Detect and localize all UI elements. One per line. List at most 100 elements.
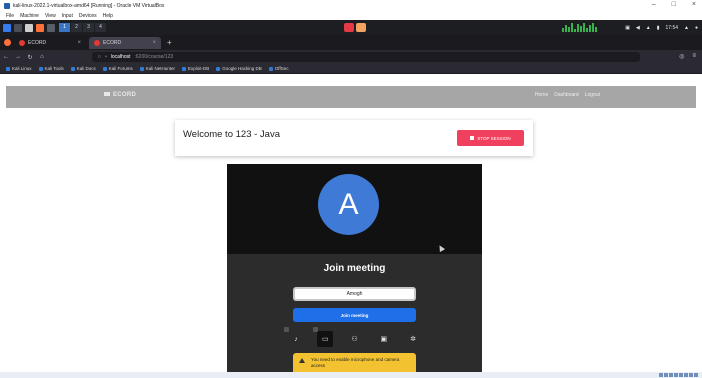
- display-name-input[interactable]: [293, 287, 416, 301]
- app-brand[interactable]: ECORD: [104, 92, 136, 98]
- mouse-integration-icon[interactable]: [689, 373, 693, 377]
- tab-favicon-icon: [94, 39, 100, 46]
- host-key-icon[interactable]: [694, 373, 698, 377]
- background-icon[interactable]: ▣: [376, 331, 392, 347]
- bookmark-item[interactable]: Kali NetHunter: [140, 66, 175, 71]
- reload-icon[interactable]: ↻: [24, 54, 36, 61]
- terminal-icon[interactable]: [14, 23, 22, 32]
- menu-devices[interactable]: Devices: [79, 13, 97, 19]
- extensions-icon[interactable]: ◎: [679, 53, 684, 60]
- cd-icon[interactable]: [664, 373, 668, 377]
- workspace-2[interactable]: 2: [71, 23, 82, 32]
- page-icon: ▫: [104, 54, 107, 60]
- menu-icon[interactable]: ≡: [692, 53, 696, 60]
- close-button[interactable]: ×: [692, 1, 696, 8]
- lock-icon[interactable]: ▲: [684, 25, 689, 31]
- clock[interactable]: 17:54: [666, 25, 679, 31]
- minimize-button[interactable]: –: [652, 1, 656, 8]
- vbox-statusbar: [0, 372, 702, 378]
- invite-icon[interactable]: ⚇: [347, 331, 363, 347]
- browser-tabstrip: ECORD × ECORD × +: [0, 35, 702, 50]
- network-icon[interactable]: [674, 373, 678, 377]
- bookmark-item[interactable]: Kali Linux: [6, 66, 32, 71]
- welcome-card: Welcome to 123 - Java STOP SESSION: [175, 120, 533, 156]
- join-meeting-button[interactable]: Join meeting: [293, 308, 416, 322]
- page-title: Welcome to 123 - Java: [183, 129, 280, 140]
- url-host: localhost: [110, 54, 131, 60]
- system-tray: ▣ ◀ ▲ ▮ 17:54 ▲ ●: [625, 22, 698, 33]
- app-icon[interactable]: [47, 23, 55, 32]
- workspace-3[interactable]: 3: [83, 23, 94, 32]
- menu-view[interactable]: View: [45, 13, 56, 19]
- shield-icon[interactable]: ◌: [98, 54, 101, 60]
- bookmark-item[interactable]: Google Hacking DB: [216, 66, 262, 71]
- menu-input[interactable]: Input: [62, 13, 73, 19]
- menu-machine[interactable]: Machine: [20, 13, 39, 19]
- stop-session-button[interactable]: STOP SESSION: [457, 130, 524, 146]
- kali-top-panel: 1 2 3 4 ▣ ◀ ▲ ▮ 17:54 ▲ ●: [0, 20, 702, 35]
- stop-icon: [470, 136, 475, 140]
- maximize-button[interactable]: □: [672, 1, 676, 8]
- forward-icon[interactable]: →: [12, 54, 24, 60]
- bookmark-item[interactable]: Kali Docs: [71, 66, 96, 71]
- record-icon[interactable]: [684, 373, 688, 377]
- usb-icon[interactable]: [669, 373, 673, 377]
- app-nav-links: Home Dashboard Logout: [535, 92, 600, 98]
- notification-icon[interactable]: ▲: [646, 25, 651, 31]
- tab-close-icon[interactable]: ×: [77, 40, 81, 46]
- web-page: ECORD Home Dashboard Logout Welcome to 1…: [6, 80, 696, 378]
- browser-navbar: ← → ↻ ⌂ ◌ ▫ localhost:6200/course/123 ◎ …: [0, 50, 702, 64]
- menu-help[interactable]: Help: [103, 13, 113, 19]
- bookmark-item[interactable]: Kali Forums: [103, 66, 133, 71]
- hdd-icon[interactable]: [659, 373, 663, 377]
- firefox-view-icon[interactable]: [4, 39, 11, 46]
- menu-file[interactable]: File: [6, 13, 14, 19]
- video-preview: A: [227, 164, 482, 254]
- tab-label: ECORD: [28, 39, 47, 46]
- virtualbox-icon: [4, 2, 10, 9]
- screen: kali-linux-2022.1-virtualbox-amd64 [Runn…: [0, 0, 702, 378]
- vbox-status-icons: [659, 373, 698, 377]
- tab-close-icon[interactable]: ×: [152, 40, 156, 46]
- network-icon[interactable]: ▣: [625, 25, 630, 31]
- new-tab-button[interactable]: +: [167, 38, 172, 47]
- vbox-menubar: File Machine View Input Devices Help: [0, 11, 702, 20]
- display-icon[interactable]: [679, 373, 683, 377]
- brand-label: ECORD: [113, 92, 137, 98]
- bookmark-item[interactable]: Kali Tools: [39, 66, 64, 71]
- warning-icon: [299, 358, 305, 363]
- tab-label: ECORD: [103, 39, 122, 46]
- taskbar-app-icon[interactable]: [344, 23, 354, 32]
- files-icon[interactable]: [25, 23, 33, 32]
- meeting-prejoin: A Join meeting Join meeting ♪ ▭ ⚇ ▣ ✲ Yo…: [227, 164, 482, 378]
- stop-session-label: STOP SESSION: [477, 135, 511, 141]
- home-icon[interactable]: ⌂: [36, 54, 48, 60]
- nav-link-logout[interactable]: Logout: [585, 92, 600, 98]
- volume-icon[interactable]: ◀: [636, 25, 640, 31]
- camera-off-icon[interactable]: ▭: [313, 327, 334, 347]
- vbox-titlebar: kali-linux-2022.1-virtualbox-amd64 [Runn…: [0, 0, 702, 11]
- taskbar-apps: [344, 23, 366, 32]
- prejoin-toolbar: ♪ ▭ ⚇ ▣ ✲: [284, 327, 421, 347]
- bookmark-item[interactable]: OffSec: [269, 66, 289, 71]
- graduation-cap-icon: [104, 92, 110, 97]
- nav-link-home[interactable]: Home: [535, 92, 548, 98]
- workspace-1[interactable]: 1: [59, 23, 70, 32]
- microphone-icon[interactable]: ♪: [284, 327, 304, 347]
- battery-icon[interactable]: ▮: [657, 25, 660, 31]
- back-icon[interactable]: ←: [0, 54, 12, 60]
- nav-link-dashboard[interactable]: Dashboard: [554, 92, 578, 98]
- browser-tab-active[interactable]: ECORD ×: [89, 36, 161, 49]
- power-icon[interactable]: ●: [695, 25, 698, 31]
- window-controls: – □ ×: [652, 1, 696, 8]
- kali-menu-icon[interactable]: [3, 23, 11, 32]
- cpu-graph-icon: [562, 23, 597, 32]
- firefox-icon[interactable]: [36, 23, 44, 32]
- workspace-4[interactable]: 4: [95, 23, 106, 32]
- url-bar[interactable]: ◌ ▫ localhost:6200/course/123: [92, 52, 640, 62]
- bookmark-item[interactable]: Exploit-DB: [182, 66, 209, 71]
- tab-favicon-icon: [19, 39, 25, 46]
- taskbar-app-icon[interactable]: [356, 23, 366, 32]
- settings-icon[interactable]: ✲: [405, 331, 421, 347]
- browser-tab[interactable]: ECORD ×: [14, 37, 86, 49]
